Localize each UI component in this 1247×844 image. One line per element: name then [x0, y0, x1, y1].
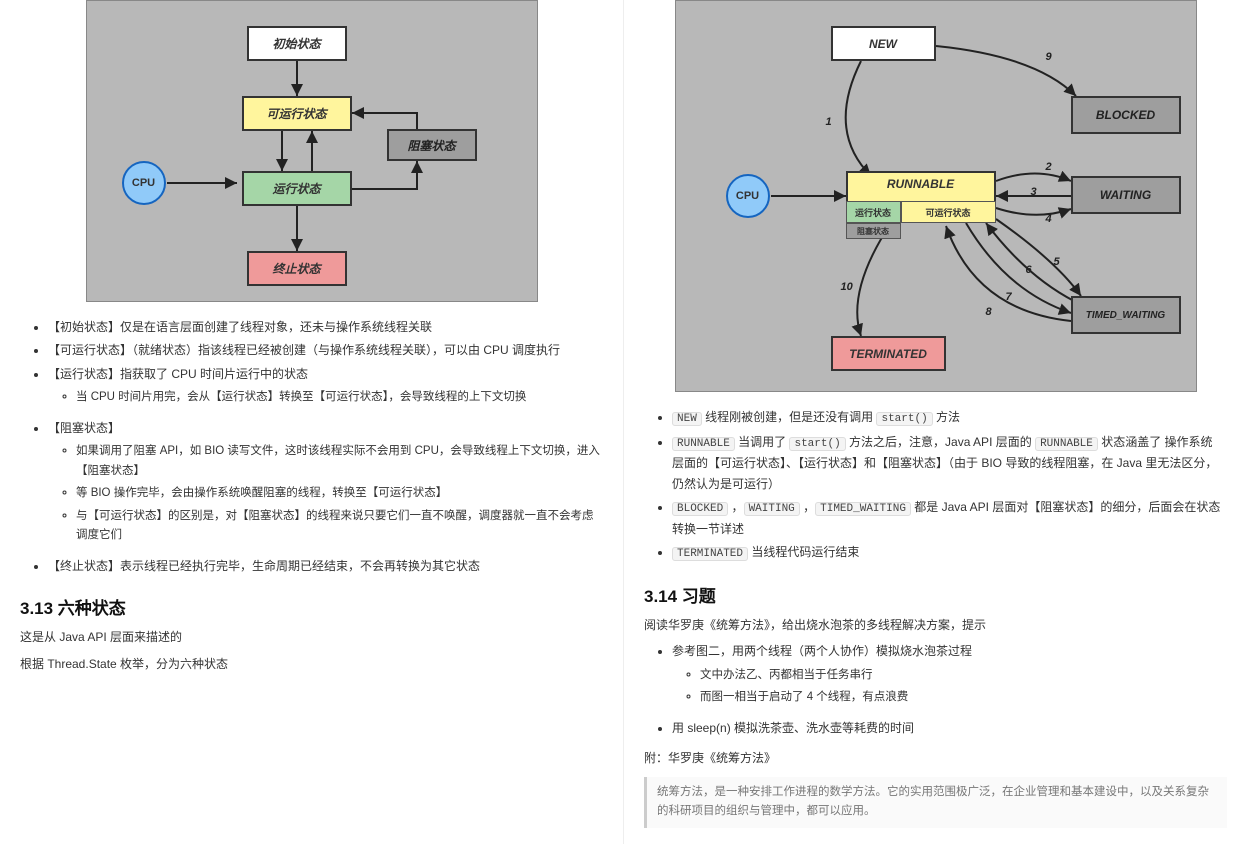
bullet: 参考图二，用两个线程（两个人协作）模拟烧水泡茶过程 文中办法乙、丙都相当于任务串… [672, 641, 1227, 707]
t: 线程刚被创建，但是还没有调用 [702, 410, 877, 424]
bullet-text: 【阻塞状态】 [48, 421, 120, 435]
edge-1: 1 [826, 116, 832, 128]
edge-7: 7 [1006, 291, 1012, 303]
t: 方法 [933, 410, 960, 424]
diagram-five-states: CPU 初始状态 可运行状态 运行状态 阻塞状态 终止状态 [86, 0, 538, 302]
bullet: 与【可运行状态】的区别是，对【阻塞状态】的线程来说只要它们一直不唤醒，调度器就一… [76, 507, 603, 546]
d2-terminated: TERMINATED [831, 336, 946, 371]
d2-cpu: CPU [726, 174, 770, 218]
bullet: NEW 线程刚被创建，但是还没有调用 start() 方法 [672, 407, 1227, 429]
d2-sub-blocked: 阻塞状态 [846, 223, 901, 239]
bullet: 【运行状态】指获取了 CPU 时间片运行中的状态 当 CPU 时间片用完，会从【… [48, 364, 603, 408]
bullet: 等 BIO 操作完毕，会由操作系统唤醒阻塞的线程，转换至【可运行状态】 [76, 484, 603, 504]
bullet: 当 CPU 时间片用完，会从【运行状态】转换至【可运行状态】，会导致线程的上下文… [76, 388, 603, 408]
d2-sub-running: 运行状态 [846, 201, 901, 223]
bullet: 文中办法乙、丙都相当于任务串行 [700, 666, 1227, 686]
bullet: 用 sleep(n) 模拟洗茶壶、洗水壶等耗费的时间 [672, 718, 1227, 738]
bullet-text: 【运行状态】指获取了 CPU 时间片运行中的状态 [48, 367, 308, 381]
code-waiting: WAITING [744, 502, 800, 516]
edge-6: 6 [1026, 264, 1032, 276]
bullet: 而图一相当于启动了 4 个线程，有点浪费 [700, 688, 1227, 708]
code-runnable: RUNNABLE [672, 437, 735, 451]
d2-runnable-label: RUNNABLE [887, 177, 954, 191]
bullet: 【可运行状态】（就绪状态）指该线程已经被创建（与操作系统线程关联），可以由 CP… [48, 340, 603, 360]
paragraph: 附：华罗庚《统筹方法》 [644, 748, 1227, 768]
bullet: TERMINATED 当线程代码运行结束 [672, 542, 1227, 564]
section-314-title: 3.14 习题 [644, 582, 1227, 607]
code-timed: TIMED_WAITING [815, 502, 911, 516]
section-313-title: 3.13 六种状态 [20, 594, 603, 619]
d1-terminated: 终止状态 [247, 251, 347, 286]
left-column: CPU 初始状态 可运行状态 运行状态 阻塞状态 终止状态 【初始状态】仅是在语… [0, 0, 624, 844]
right-column: CPU NEW RUNNABLE 运行状态 可运行状态 阻塞状态 BLOCKED… [624, 0, 1247, 844]
t: 参考图二，用两个线程（两个人协作）模拟烧水泡茶过程 [672, 644, 972, 658]
bullet: 如果调用了阻塞 API，如 BIO 读写文件，这时该线程实际不会用到 CPU，会… [76, 442, 603, 481]
bullet: RUNNABLE 当调用了 start() 方法之后，注意，Java API 层… [672, 432, 1227, 494]
bullet: 【初始状态】仅是在语言层面创建了线程对象，还未与操作系统线程关联 [48, 317, 603, 337]
edge-9: 9 [1046, 51, 1052, 63]
code-start: start() [876, 412, 932, 426]
five-states-bullets: 【初始状态】仅是在语言层面创建了线程对象，还未与操作系统线程关联 【可运行状态】… [20, 317, 603, 576]
d1-runnable: 可运行状态 [242, 96, 352, 131]
code-blocked: BLOCKED [672, 502, 728, 516]
code-terminated: TERMINATED [672, 547, 748, 561]
quote-block: 统筹方法，是一种安排工作进程的数学方法。它的实用范围极广泛，在企业管理和基本建设… [644, 777, 1227, 828]
bullet: BLOCKED ，WAITING ，TIMED_WAITING 都是 Java … [672, 497, 1227, 539]
code-start2: start() [789, 437, 845, 451]
diagram-six-states: CPU NEW RUNNABLE 运行状态 可运行状态 阻塞状态 BLOCKED… [675, 0, 1197, 392]
d2-new: NEW [831, 26, 936, 61]
edge-5: 5 [1054, 256, 1060, 268]
d1-cpu: CPU [122, 161, 166, 205]
code-runnable2: RUNNABLE [1035, 437, 1098, 451]
d2-sub-ready: 可运行状态 [901, 201, 996, 223]
t: ， [728, 500, 743, 514]
paragraph: 根据 Thread.State 枚举，分为六种状态 [20, 654, 603, 674]
t: 当调用了 [735, 435, 790, 449]
d2-waiting: WAITING [1071, 176, 1181, 214]
edge-10: 10 [841, 281, 853, 293]
d2-blocked: BLOCKED [1071, 96, 1181, 134]
d1-initial: 初始状态 [247, 26, 347, 61]
edge-4: 4 [1046, 213, 1052, 225]
paragraph: 这是从 Java API 层面来描述的 [20, 627, 603, 647]
bullet: 【终止状态】表示线程已经执行完毕，生命周期已经结束，不会再转换为其它状态 [48, 556, 603, 576]
d1-blocked: 阻塞状态 [387, 129, 477, 161]
code-new: NEW [672, 412, 702, 426]
bullet: 【阻塞状态】 如果调用了阻塞 API，如 BIO 读写文件，这时该线程实际不会用… [48, 418, 603, 546]
d2-timed-waiting: TIMED_WAITING [1071, 296, 1181, 334]
d1-running: 运行状态 [242, 171, 352, 206]
t: 方法之后，注意，Java API 层面的 [846, 435, 1035, 449]
exercise-bullets: 参考图二，用两个线程（两个人协作）模拟烧水泡茶过程 文中办法乙、丙都相当于任务串… [644, 641, 1227, 738]
t: 当线程代码运行结束 [748, 545, 859, 559]
edge-3: 3 [1031, 186, 1037, 198]
edge-8: 8 [986, 306, 992, 318]
six-states-bullets: NEW 线程刚被创建，但是还没有调用 start() 方法 RUNNABLE 当… [644, 407, 1227, 564]
t: ， [800, 500, 815, 514]
edge-2: 2 [1046, 161, 1052, 173]
paragraph: 阅读华罗庚《统筹方法》，给出烧水泡茶的多线程解决方案，提示 [644, 615, 1227, 635]
